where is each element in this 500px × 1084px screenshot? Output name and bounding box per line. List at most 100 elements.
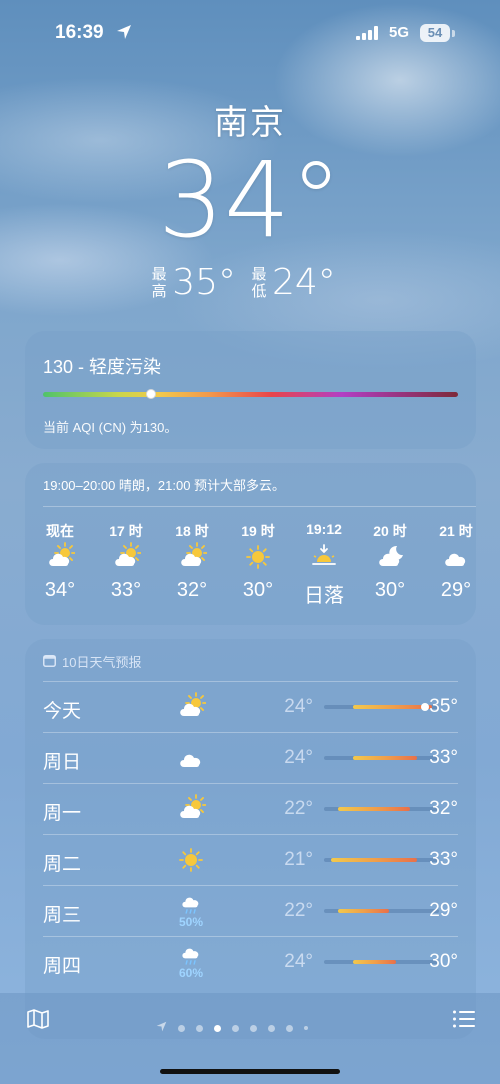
temp-range-fill xyxy=(352,705,432,709)
city-name: 南京 xyxy=(214,104,286,142)
day-name: 今天 xyxy=(43,701,82,722)
temp-range-bar xyxy=(324,858,439,862)
hour-label: 19 时 xyxy=(241,523,275,539)
high-label: 最高 xyxy=(151,265,167,300)
day-row[interactable]: 周四 60% 24° 30° xyxy=(43,936,458,987)
hourly-item: 19:12 日落 xyxy=(296,521,352,608)
high-low: 最高 35° 最低 24° xyxy=(0,262,500,303)
day-row[interactable]: 周三 50% 22° 29° xyxy=(43,885,458,936)
low-label: 最低 xyxy=(251,265,267,300)
page-dot[interactable] xyxy=(196,1024,203,1032)
hourly-item: 19 时 30° xyxy=(230,521,286,602)
page-dot[interactable] xyxy=(304,1026,308,1030)
sun-icon xyxy=(169,842,213,878)
day-low: 24° xyxy=(284,747,313,768)
current-weather: 南京 34° 最高 35° 最低 24° xyxy=(0,95,500,303)
page-dot[interactable] xyxy=(250,1024,257,1032)
day-row[interactable]: 今天 24° 35° xyxy=(43,681,458,732)
day-row[interactable]: 周日 24° 33° xyxy=(43,732,458,783)
hourly-forecast-card[interactable]: 19:00–20:00 晴朗，21:00 预计大部多云。 现在 34° 17 时 33… xyxy=(25,463,476,625)
hour-temperature: 30° xyxy=(374,579,406,601)
divider xyxy=(43,936,458,937)
hourly-item: 17 时 33° xyxy=(98,521,154,602)
aqi-title: 130 - 轻度污染 xyxy=(43,357,162,377)
divider xyxy=(43,834,458,835)
hourly-item: 20 时 30° xyxy=(362,521,418,602)
precip-chance: 60% xyxy=(178,966,204,980)
hour-temperature: 29° xyxy=(440,579,472,601)
battery-tip xyxy=(452,30,455,37)
hour-temperature: 34° xyxy=(44,579,76,601)
day-high: 33° xyxy=(429,849,458,870)
hour-label: 17 时 xyxy=(109,523,143,539)
map-icon[interactable] xyxy=(26,1008,50,1035)
divider xyxy=(43,732,458,733)
hour-label: 21 时 xyxy=(439,523,473,539)
list-icon[interactable] xyxy=(452,1009,476,1034)
hour-label: 20 时 xyxy=(373,523,407,539)
temp-range-bar xyxy=(324,960,439,964)
precip-chance: 50% xyxy=(178,915,204,929)
day-high: 29° xyxy=(429,900,458,921)
temp-range-bar xyxy=(324,807,439,811)
sunset-icon xyxy=(296,539,352,575)
day-high: 32° xyxy=(429,798,458,819)
hourly-item: 现在 34° xyxy=(32,521,88,602)
day-high: 30° xyxy=(429,951,458,972)
divider xyxy=(43,783,458,784)
partly-sunny-icon xyxy=(169,791,213,827)
aqi-indicator xyxy=(145,389,156,399)
cloud-icon xyxy=(428,539,476,575)
temp-range-fill xyxy=(338,909,389,913)
page-dot[interactable] xyxy=(232,1024,239,1032)
cloud-icon xyxy=(169,740,213,776)
hour-temperature: 33° xyxy=(110,579,142,601)
hour-temperature: 30° xyxy=(242,579,274,601)
hour-temperature: 日落 xyxy=(304,585,344,607)
day-row[interactable]: 周一 22° 32° xyxy=(43,783,458,834)
hour-label: 19:12 xyxy=(306,521,342,537)
moon-cloud-icon xyxy=(362,539,418,575)
rain-icon: 60% xyxy=(169,944,213,980)
day-name: 周四 xyxy=(43,956,82,977)
home-indicator[interactable] xyxy=(160,1069,340,1074)
hourly-item: 21 时 29° xyxy=(428,521,476,602)
divider xyxy=(43,506,476,507)
page-dot[interactable] xyxy=(268,1024,275,1032)
day-low: 22° xyxy=(284,798,313,819)
day-low: 24° xyxy=(284,951,313,972)
page-dot[interactable] xyxy=(286,1024,293,1032)
high-temperature: 35° xyxy=(172,262,236,303)
day-low: 21° xyxy=(284,849,313,870)
day-name: 周一 xyxy=(43,803,82,824)
location-arrow-icon xyxy=(116,24,132,45)
day-row[interactable]: 周二 21° 33° xyxy=(43,834,458,885)
page-dot[interactable] xyxy=(178,1024,185,1032)
location-arrow-icon xyxy=(156,1019,167,1037)
day-name: 周二 xyxy=(43,854,82,875)
air-quality-card[interactable]: 130 - 轻度污染 当前 AQI (CN) 为130。 xyxy=(25,331,476,449)
ten-day-forecast-card[interactable]: 10日天气预报 今天 24° 35° 周日 24° 33° 周一 22° 32° 周二 21° 33°… xyxy=(25,639,476,1039)
temp-range-bar xyxy=(324,909,439,913)
hour-label: 18 时 xyxy=(175,523,209,539)
hour-temperature: 32° xyxy=(176,579,208,601)
current-temperature: 34° xyxy=(157,139,343,261)
ten-day-header: 10日天气预报 xyxy=(43,652,141,671)
day-name: 周三 xyxy=(43,905,82,926)
bottom-toolbar xyxy=(0,993,500,1084)
status-bar: 16:39 5G 54 xyxy=(0,20,500,50)
low-temperature: 24° xyxy=(272,262,336,303)
page-indicator[interactable] xyxy=(156,1019,308,1037)
aqi-description: 当前 AQI (CN) 为130。 xyxy=(43,420,178,435)
day-high: 35° xyxy=(429,696,458,717)
signal-icon xyxy=(356,26,382,45)
rain-icon: 50% xyxy=(169,893,213,929)
temp-range-fill xyxy=(352,756,418,760)
temp-range-fill xyxy=(352,960,396,964)
day-low: 24° xyxy=(284,696,313,717)
partly-sunny-icon xyxy=(169,689,213,725)
partly-sunny-icon xyxy=(164,539,220,575)
hourly-item: 18 时 32° xyxy=(164,521,220,602)
page-dot[interactable] xyxy=(214,1024,221,1032)
ten-day-title: 10日天气预报 xyxy=(62,655,142,670)
